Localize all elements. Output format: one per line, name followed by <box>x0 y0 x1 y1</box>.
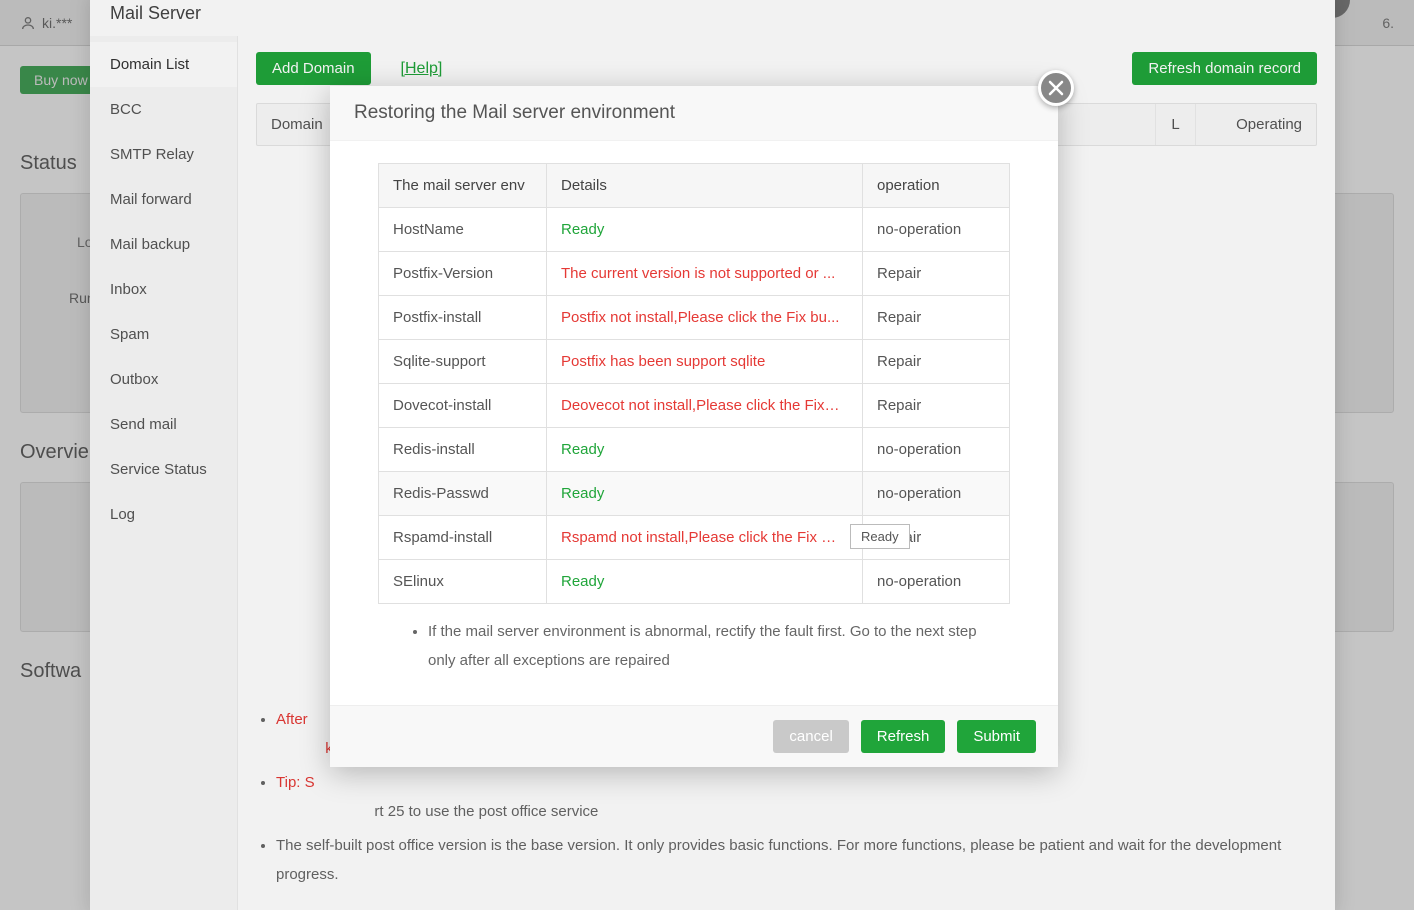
env-name: Dovecot-install <box>379 384 547 428</box>
close-icon <box>1048 80 1064 96</box>
env-row: Postfix-VersionThe current version is no… <box>379 252 1010 296</box>
env-row: HostNameReadyno-operation <box>379 208 1010 252</box>
env-detail: Ready <box>547 472 863 516</box>
no-operation: no-operation <box>863 560 1010 604</box>
env-detail: Ready <box>547 560 863 604</box>
modal-footer: cancel Refresh Submit <box>330 705 1058 767</box>
env-name: Postfix-Version <box>379 252 547 296</box>
env-row: Redis-PasswdReadyno-operation <box>379 472 1010 516</box>
no-operation: no-operation <box>863 428 1010 472</box>
th-env: The mail server env <box>379 164 547 208</box>
env-row: Redis-installReadyno-operation <box>379 428 1010 472</box>
env-row: Rspamd-installRspamd not install,Please … <box>379 516 1010 560</box>
th-details: Details <box>547 164 863 208</box>
env-detail: The current version is not supported or … <box>547 252 863 296</box>
repair-link[interactable]: Repair <box>863 296 1010 340</box>
env-name: Redis-Passwd <box>379 472 547 516</box>
modal-note: If the mail server environment is abnorm… <box>378 604 1010 695</box>
env-detail: Postfix has been support sqlite <box>547 340 863 384</box>
env-name: Postfix-install <box>379 296 547 340</box>
env-detail: Rspamd not install,Please click the Fix … <box>547 516 863 560</box>
env-detail: Ready <box>547 428 863 472</box>
refresh-button[interactable]: Refresh <box>861 720 946 753</box>
modal-note-text: If the mail server environment is abnorm… <box>428 618 1000 675</box>
env-name: Rspamd-install <box>379 516 547 560</box>
repair-link[interactable]: Repair <box>863 384 1010 428</box>
modal-body: The mail server env Details operation Ho… <box>330 141 1058 705</box>
env-name: Redis-install <box>379 428 547 472</box>
env-name: HostName <box>379 208 547 252</box>
modal-header: Restoring the Mail server environment <box>330 86 1058 141</box>
restore-env-modal: Restoring the Mail server environment Th… <box>330 86 1058 767</box>
modal-close-button[interactable] <box>1038 70 1074 106</box>
submit-button[interactable]: Submit <box>957 720 1036 753</box>
env-row: Sqlite-supportPostfix has been support s… <box>379 340 1010 384</box>
repair-link[interactable]: Repair <box>863 252 1010 296</box>
modal-title: Restoring the Mail server environment <box>354 102 675 123</box>
cancel-button[interactable]: cancel <box>773 720 848 753</box>
hover-tooltip: Ready <box>850 524 910 549</box>
env-row: SElinuxReadyno-operation <box>379 560 1010 604</box>
env-detail: Postfix not install,Please click the Fix… <box>547 296 863 340</box>
env-table: The mail server env Details operation Ho… <box>378 163 1010 604</box>
env-detail: Deovecot not install,Please click the Fi… <box>547 384 863 428</box>
env-row: Postfix-installPostfix not install,Pleas… <box>379 296 1010 340</box>
repair-link[interactable]: Repair <box>863 340 1010 384</box>
env-detail: Ready <box>547 208 863 252</box>
th-operation: operation <box>863 164 1010 208</box>
no-operation: no-operation <box>863 472 1010 516</box>
env-row: Dovecot-installDeovecot not install,Plea… <box>379 384 1010 428</box>
env-name: Sqlite-support <box>379 340 547 384</box>
no-operation: no-operation <box>863 208 1010 252</box>
env-name: SElinux <box>379 560 547 604</box>
